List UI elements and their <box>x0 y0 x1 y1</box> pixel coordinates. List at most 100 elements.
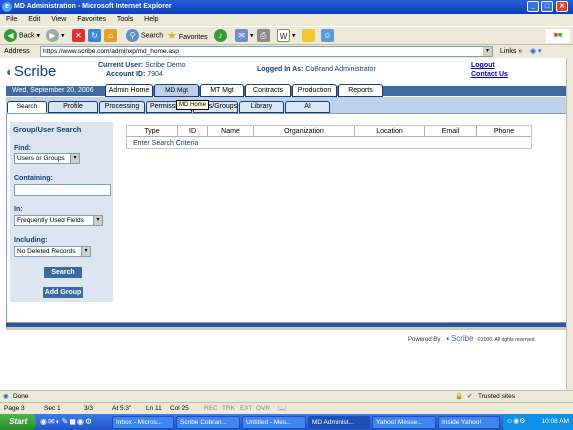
menu-bar: File Edit View Favorites Tools Help <box>0 14 573 26</box>
tab-production[interactable]: Production <box>292 84 337 97</box>
snagit-icon[interactable]: ◉ ▾ <box>530 45 542 59</box>
address-input[interactable]: https://www.scribe.com/adminxp/md_home.a… <box>40 46 493 57</box>
logged-in-info: Logged In As: CoBrand Administrator <box>257 66 376 73</box>
results-table: Type ID Name Organization Location Email… <box>126 125 532 149</box>
task-inbox[interactable]: Inbox - Micros... <box>112 416 174 429</box>
menu-view[interactable]: View <box>51 16 66 23</box>
subtab-processing[interactable]: Processing <box>99 101 145 113</box>
task-yahoo-messenger[interactable]: Yahoo! Messe... <box>372 416 436 429</box>
star-icon: ★ <box>167 30 177 42</box>
tab-contracts[interactable]: Contracts <box>245 84 291 97</box>
chevron-down-icon: ▾ <box>81 247 90 256</box>
search-panel-title: Group/User Search <box>13 125 82 134</box>
search-button[interactable]: ⚲ Search <box>126 29 163 43</box>
tab-md-mgt[interactable]: MD Mgt <box>154 84 199 97</box>
word-status-bar: Page 3 Sec 1 3/3 At 5.3" Ln 11 Col 25 RE… <box>0 402 573 414</box>
chevron-down-icon: ▾ <box>93 216 102 225</box>
media-icon: ♪ <box>214 29 227 42</box>
contact-us-link[interactable]: Contact Us <box>471 71 508 78</box>
tab-mt-mgt[interactable]: MT Mgt <box>200 84 244 97</box>
search-icon: ⚲ <box>126 29 139 42</box>
menu-favorites[interactable]: Favorites <box>77 16 106 23</box>
scribe-logo-icon: ◐ <box>6 64 14 79</box>
print-button[interactable]: ⎙ <box>257 29 270 43</box>
close-button[interactable]: ✕ <box>556 1 568 12</box>
stop-button[interactable]: ✕ <box>72 29 85 43</box>
find-label: Find: <box>14 145 32 152</box>
tooltip: MD Home <box>176 100 210 110</box>
mail-icon: ✉ <box>235 29 248 42</box>
tray-icons[interactable]: ☺◉⚙ <box>506 414 526 430</box>
clock: 10:08 AM <box>541 418 569 425</box>
home-button[interactable]: ⌂ <box>104 29 117 43</box>
search-submit-button[interactable]: Search <box>44 267 82 278</box>
menu-file[interactable]: File <box>6 16 17 23</box>
maximize-button[interactable]: □ <box>541 1 553 12</box>
containing-label: Containing: <box>14 175 53 182</box>
window-title: MD Administration - Microsoft Internet E… <box>14 3 172 10</box>
results-header: Type ID Name Organization Location Email… <box>127 126 531 137</box>
start-button[interactable]: Start <box>0 414 36 430</box>
stop-icon: ✕ <box>72 29 85 42</box>
user-info: Current User: Scribe Demo Account ID: 79… <box>98 62 186 78</box>
folder-button[interactable] <box>302 29 315 43</box>
back-arrow-icon: ◀ <box>4 29 17 42</box>
in-label: In: <box>14 206 23 213</box>
forward-arrow-icon: ▶ <box>46 29 59 42</box>
containing-input[interactable] <box>14 184 111 196</box>
tab-admin-home[interactable]: Admin Home <box>105 84 153 97</box>
edit-button[interactable]: W ▾ <box>277 29 295 43</box>
task-scribe-cobrand[interactable]: Scribe Cobran... <box>176 416 240 429</box>
favorites-button[interactable]: ★ Favorites <box>167 29 208 43</box>
scribe-footer-logo: ◐Scribe <box>446 334 474 343</box>
column-id[interactable]: ID <box>178 126 208 137</box>
menu-tools[interactable]: Tools <box>117 16 133 23</box>
refresh-button[interactable]: ↻ <box>88 29 101 43</box>
minimize-button[interactable]: _ <box>527 1 539 12</box>
subtab-ai[interactable]: AI <box>285 101 330 113</box>
address-bar: Address https://www.scribe.com/adminxp/m… <box>0 44 573 58</box>
column-organization[interactable]: Organization <box>254 126 355 137</box>
footer-divider <box>6 327 567 330</box>
menu-help[interactable]: Help <box>144 16 158 23</box>
including-label: Including: <box>14 237 48 244</box>
subtab-search[interactable]: Search <box>7 101 47 113</box>
menu-edit[interactable]: Edit <box>28 16 40 23</box>
including-select[interactable]: No Deleted Records ▾ <box>14 246 91 257</box>
column-email[interactable]: Email <box>425 126 477 137</box>
in-select[interactable]: Frequently Used Fields ▾ <box>14 215 103 226</box>
chevron-down-icon: ▾ <box>70 154 79 163</box>
links-button[interactable]: Links » <box>500 45 522 59</box>
media-button[interactable]: ♪ <box>214 29 227 43</box>
home-icon: ⌂ <box>104 29 117 42</box>
window-title-bar: e MD Administration - Microsoft Internet… <box>0 0 573 14</box>
subtab-profile[interactable]: Profile <box>48 101 98 113</box>
address-dropdown-icon[interactable]: ▾ <box>483 47 492 56</box>
column-location[interactable]: Location <box>355 126 425 137</box>
edit-icon: W <box>277 29 290 42</box>
add-group-button[interactable]: Add Group <box>43 287 83 298</box>
scribe-logo: ◐Scribe <box>6 63 57 80</box>
address-label: Address <box>4 48 30 55</box>
task-untitled-message[interactable]: Untitled - Mes... <box>242 416 306 429</box>
column-name[interactable]: Name <box>208 126 254 137</box>
current-date: Wed, September 20, 2006 <box>12 87 94 94</box>
powered-by: Powered By ◐Scribe ©2006. All rights res… <box>408 334 536 343</box>
back-button[interactable]: ◀ Back ▾ <box>4 29 40 43</box>
task-md-administration[interactable]: MD Administ... <box>308 416 370 429</box>
column-type[interactable]: Type <box>127 126 178 137</box>
mail-button[interactable]: ✉ ▾ <box>235 29 253 43</box>
page-scrollbar[interactable] <box>566 58 573 390</box>
find-select[interactable]: Users or Groups ▾ <box>14 153 80 164</box>
messenger-button[interactable]: ☺ <box>321 29 334 43</box>
logout-link[interactable]: Logout <box>471 62 495 69</box>
subtab-library[interactable]: Library <box>239 101 284 113</box>
forward-button[interactable]: ▶ ▾ <box>46 29 64 43</box>
column-phone[interactable]: Phone <box>477 126 531 137</box>
windows-logo-icon: ■■ <box>546 29 570 43</box>
tab-reports[interactable]: Reports <box>338 84 383 97</box>
ie-icon: e <box>2 2 12 12</box>
toolbar: ◀ Back ▾ ▶ ▾ ✕ ↻ ⌂ ⚲ Search ★ Favorites … <box>0 26 573 44</box>
task-inside-yahoo[interactable]: Inside Yahoo! <box>438 416 500 429</box>
quick-launch[interactable]: ◉✉◐✎◼◉⚙ <box>40 417 93 426</box>
